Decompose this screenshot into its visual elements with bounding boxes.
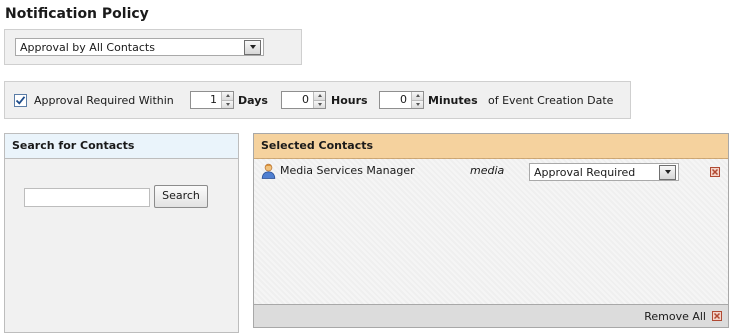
- policy-panel: Approval by All Contacts: [4, 29, 302, 65]
- hours-spinner[interactable]: 0: [281, 91, 326, 109]
- minutes-increment-icon[interactable]: [412, 92, 423, 100]
- chevron-down-icon[interactable]: [244, 39, 261, 55]
- remove-all-x-icon[interactable]: [712, 311, 722, 321]
- contact-username: media: [470, 164, 505, 177]
- days-decrement-icon[interactable]: [222, 99, 233, 108]
- days-spinner[interactable]: 1: [190, 91, 234, 109]
- minutes-value[interactable]: 0: [380, 92, 411, 108]
- selected-contacts-header: Selected Contacts: [254, 134, 728, 159]
- contact-role-select[interactable]: Approval Required: [529, 163, 679, 181]
- approval-suffix: of Event Creation Date: [488, 94, 614, 107]
- selected-contacts-footer: Remove All: [254, 304, 728, 327]
- search-contacts-header: Search for Contacts: [5, 134, 238, 159]
- search-contacts-panel: Search for Contacts Search: [4, 133, 239, 333]
- minutes-decrement-icon[interactable]: [412, 99, 423, 108]
- remove-all-x-glyph: [713, 312, 721, 320]
- days-value[interactable]: 1: [191, 92, 221, 108]
- selected-contacts-panel: Selected Contacts Media Services Manager…: [253, 133, 729, 328]
- hours-label: Hours: [331, 94, 368, 107]
- hours-value[interactable]: 0: [282, 92, 313, 108]
- search-button[interactable]: Search: [154, 185, 208, 208]
- remove-x-icon[interactable]: [710, 167, 720, 177]
- hours-decrement-icon[interactable]: [314, 99, 325, 108]
- hours-increment-icon[interactable]: [314, 92, 325, 100]
- days-increment-icon[interactable]: [222, 92, 233, 100]
- minutes-spinner[interactable]: 0: [379, 91, 424, 109]
- policy-select-value: Approval by All Contacts: [20, 40, 155, 54]
- contact-role-value: Approval Required: [534, 165, 636, 179]
- days-label: Days: [238, 94, 268, 107]
- list-item: Media Services Manager media Approval Re…: [254, 158, 728, 185]
- page-title: Notification Policy: [5, 6, 149, 22]
- check-icon: [15, 96, 26, 105]
- approval-required-label: Approval Required Within: [34, 94, 174, 107]
- user-icon: [261, 163, 276, 179]
- chevron-down-icon[interactable]: [659, 164, 676, 180]
- remove-x-glyph: [711, 168, 719, 176]
- remove-all-link[interactable]: Remove All: [644, 310, 706, 323]
- contact-name: Media Services Manager: [280, 164, 415, 177]
- approval-panel: Approval Required Within 1 Days 0 Hours …: [4, 81, 631, 119]
- policy-select[interactable]: Approval by All Contacts: [15, 38, 264, 56]
- approval-required-checkbox[interactable]: [14, 94, 27, 107]
- selected-contacts-list: Media Services Manager media Approval Re…: [254, 158, 728, 304]
- minutes-label: Minutes: [428, 94, 478, 107]
- search-input[interactable]: [24, 188, 150, 207]
